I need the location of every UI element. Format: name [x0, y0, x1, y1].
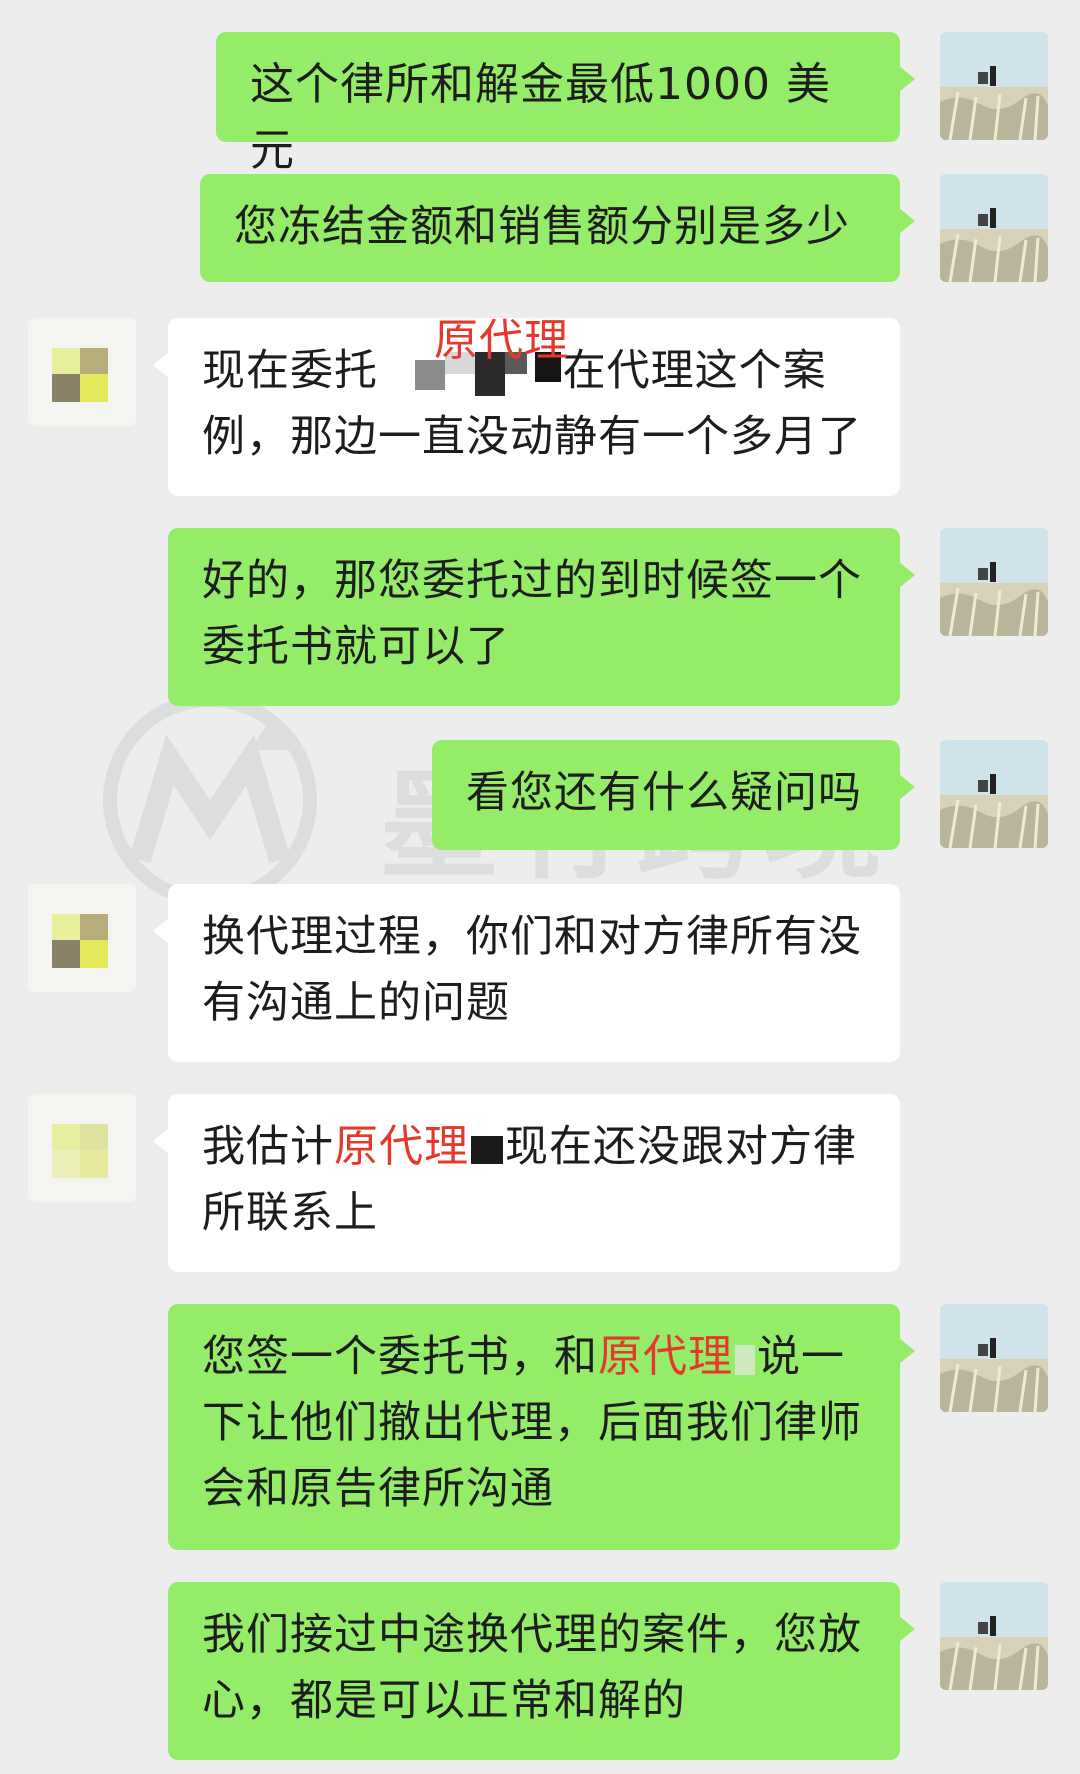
- received-bubble[interactable]: 换代理过程，你们和对方律所有没 有沟通上的问题: [153, 884, 900, 1062]
- contact-avatar[interactable]: [28, 884, 136, 992]
- message-line: 下让他们撤出代理，后面我们律师: [202, 1398, 862, 1448]
- self-avatar[interactable]: [940, 1582, 1048, 1690]
- message-text: 现在委托: [202, 346, 378, 396]
- pixelated-avatar-icon: [28, 1094, 136, 1202]
- sent-bubble[interactable]: 我们接过中途换代理的案件，您放 心，都是可以正常和解的: [168, 1582, 915, 1760]
- message-text: 现在还没跟对方律: [505, 1122, 857, 1172]
- sent-bubble[interactable]: 好的，那您委托过的到时候签一个 委托书就可以了: [168, 528, 915, 706]
- message-text: 您签一个委托书，和: [202, 1332, 598, 1382]
- pixelated-avatar-icon: [28, 318, 136, 426]
- landscape-photo-avatar-icon: [940, 32, 1048, 140]
- message-line: 现在委托 在代理这个案 原代理: [202, 315, 866, 404]
- redacted-name: [735, 1344, 755, 1375]
- watermark-logo-icon: [103, 693, 317, 907]
- message-text: 我估计: [202, 1122, 334, 1172]
- message-line: 您签一个委托书，和原代理 说一: [202, 1324, 866, 1390]
- landscape-photo-avatar-icon: [940, 740, 1048, 848]
- message-text: 您冻结金额和销售额分别是多少: [234, 202, 850, 252]
- annotation-label: 原代理: [334, 1121, 469, 1172]
- contact-avatar[interactable]: [28, 318, 136, 426]
- message-line: 心，都是可以正常和解的: [202, 1676, 686, 1726]
- self-avatar[interactable]: [940, 740, 1048, 848]
- message-text: 这个律所和解金最低1000 美元: [250, 59, 831, 176]
- landscape-photo-avatar-icon: [940, 174, 1048, 282]
- redacted-name: [471, 1135, 503, 1164]
- self-avatar[interactable]: [940, 528, 1048, 636]
- landscape-photo-avatar-icon: [940, 1582, 1048, 1690]
- message-text: 说一: [757, 1332, 845, 1382]
- sent-bubble[interactable]: 这个律所和解金最低1000 美元: [216, 32, 915, 176]
- sent-bubble[interactable]: 您签一个委托书，和原代理 说一 下让他们撤出代理，后面我们律师 会和原告律所沟通: [168, 1304, 915, 1550]
- sent-bubble[interactable]: 看您还有什么疑问吗: [432, 740, 915, 850]
- message-line: 我估计原代理 现在还没跟对方律: [202, 1114, 866, 1180]
- received-bubble[interactable]: 我估计原代理 现在还没跟对方律 所联系上: [153, 1094, 900, 1272]
- message-line: 换代理过程，你们和对方律所有没: [202, 912, 862, 962]
- contact-avatar[interactable]: [28, 1094, 136, 1202]
- message-line: 委托书就可以了: [202, 622, 510, 672]
- sent-bubble[interactable]: 您冻结金额和销售额分别是多少: [200, 174, 915, 282]
- self-avatar[interactable]: [940, 1304, 1048, 1412]
- message-text: 看您还有什么疑问吗: [466, 768, 862, 818]
- annotation-label: 原代理: [598, 1331, 733, 1382]
- self-avatar[interactable]: [940, 32, 1048, 140]
- message-text: 在代理这个案: [562, 346, 827, 396]
- message-line: 好的，那您委托过的到时候签一个: [202, 556, 862, 606]
- pixelated-avatar-icon: [28, 884, 136, 992]
- message-line: 会和原告律所沟通: [202, 1464, 554, 1514]
- message-line: 例，那边一直没动静有一个多月了: [202, 412, 862, 462]
- received-bubble[interactable]: 现在委托 在代理这个案 原代理 例，那边一直没动静有一个多月了: [153, 315, 900, 496]
- message-line: 我们接过中途换代理的案件，您放: [202, 1610, 862, 1660]
- annotation-label: 原代理: [434, 315, 569, 366]
- landscape-photo-avatar-icon: [940, 528, 1048, 636]
- message-line: 所联系上: [202, 1188, 378, 1238]
- landscape-photo-avatar-icon: [940, 1304, 1048, 1412]
- message-line: 有沟通上的问题: [202, 978, 510, 1028]
- self-avatar[interactable]: [940, 174, 1048, 282]
